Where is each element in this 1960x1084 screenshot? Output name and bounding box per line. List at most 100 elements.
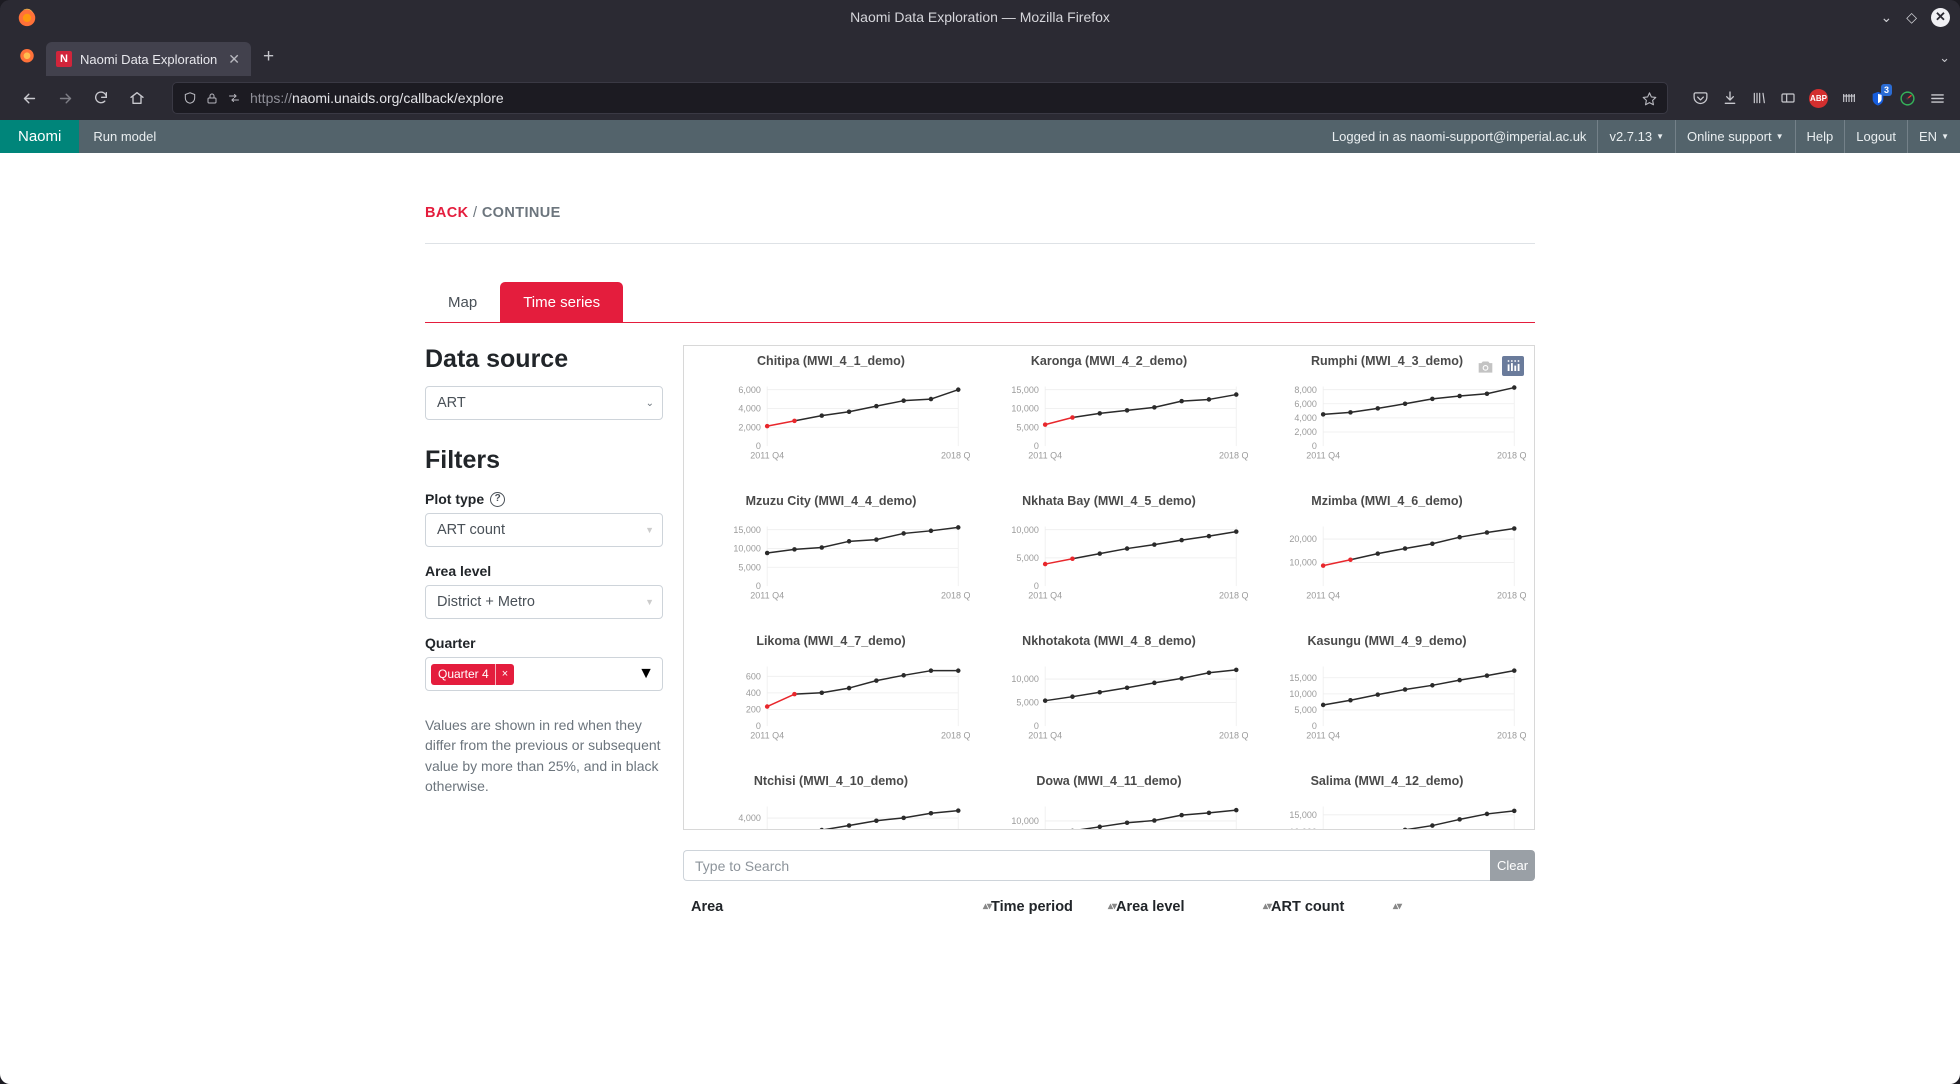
plotly-modebar xyxy=(1474,356,1524,376)
column-header-art-count[interactable]: ART count ▴▾ xyxy=(1271,899,1402,915)
svg-text:10,000: 10,000 xyxy=(1289,689,1317,699)
chevron-down-icon: ▼ xyxy=(638,665,654,682)
column-header-area[interactable]: Area ▴▾ xyxy=(691,899,992,915)
chart-panel-plot[interactable]: 0 2,000 4,000 6,000 2011 Q4 2018 Q4 xyxy=(692,369,970,473)
chart-panel: Likoma (MWI_4_7_demo) 0 200 400 600 2011 Q4 20… xyxy=(692,632,970,772)
breadcrumb-back-link[interactable]: BACK xyxy=(425,205,469,221)
menu-icon[interactable] xyxy=(1929,90,1946,107)
svg-text:10,000: 10,000 xyxy=(1011,816,1039,826)
svg-text:8,000: 8,000 xyxy=(1294,385,1317,395)
downloads-icon[interactable] xyxy=(1722,90,1738,106)
maximize-icon[interactable]: ◇ xyxy=(1906,10,1917,24)
chart-panel-plot[interactable]: 10,000 20,000 2011 Q4 2018 Q4 xyxy=(1248,509,1526,613)
close-tab-icon[interactable]: ✕ xyxy=(225,51,243,68)
chart-panel-title: Kasungu (MWI_4_9_demo) xyxy=(1307,634,1467,648)
column-header-time-period[interactable]: Time period ▴▾ xyxy=(991,899,1117,915)
back-button[interactable] xyxy=(14,83,44,113)
sort-icon[interactable]: ▴▾ xyxy=(1263,902,1272,912)
help-link[interactable]: Help xyxy=(1794,120,1845,153)
title-bar: Naomi Data Exploration — Mozilla Firefox… xyxy=(0,0,1960,34)
library-icon[interactable] xyxy=(1751,90,1767,106)
chart-panel-plot[interactable]: 05,00010,0002011 Q42018 Q4 xyxy=(970,789,1248,829)
reload-button[interactable] xyxy=(86,83,116,113)
chart-panel-plot[interactable]: 0 200 400 600 2011 Q4 2018 Q4 xyxy=(692,649,970,753)
svg-text:4,000: 4,000 xyxy=(738,813,761,823)
area-level-select[interactable]: District + Metro ▼ xyxy=(425,585,663,619)
chart-panel-plot[interactable]: 05,00010,0002011 Q42018 Q4 xyxy=(970,649,1248,753)
chart-panel-plot[interactable]: 05,00010,00015,0002011 Q42018 Q4 xyxy=(1248,649,1526,753)
svg-text:5,000: 5,000 xyxy=(738,562,761,572)
sort-icon[interactable]: ▴▾ xyxy=(1108,902,1117,912)
plotly-logo-icon[interactable] xyxy=(1502,356,1524,376)
chart-panel-plot[interactable]: 05,00010,00015,0002011 Q42018 Q4 xyxy=(1248,789,1526,829)
chart-panel-plot[interactable]: 02,0004,0002011 Q42018 Q4 xyxy=(692,789,970,829)
plot-type-select[interactable]: ART count ▼ xyxy=(425,513,663,547)
lock-icon[interactable] xyxy=(206,92,218,105)
page-container: BACK / CONTINUE Map Time series Data sou… xyxy=(425,153,1535,925)
window-title: Naomi Data Exploration — Mozilla Firefox xyxy=(850,9,1110,25)
chart-panel-title: Mzuzu City (MWI_4_4_demo) xyxy=(745,494,917,508)
tab-favicon-icon: N xyxy=(56,51,72,67)
quarter-multiselect[interactable]: Quarter 4 × ▼ xyxy=(425,657,663,691)
pocket-icon[interactable] xyxy=(1692,90,1709,107)
remove-chip-icon[interactable]: × xyxy=(494,663,514,685)
uotp-icon[interactable] xyxy=(1899,90,1916,107)
chart-panel: Mzimba (MWI_4_6_demo) 10,000 20,000 2011 Q4… xyxy=(1248,492,1526,632)
data-source-select[interactable]: ART ⌄ xyxy=(425,386,663,420)
shield-icon[interactable] xyxy=(183,91,197,105)
chart-panel-plot[interactable]: 05,00010,00015,0002011 Q42018 Q4 xyxy=(970,369,1248,473)
forward-button[interactable] xyxy=(50,83,80,113)
adblockplus-icon[interactable]: ABP xyxy=(1809,88,1828,108)
svg-text:2011 Q4: 2011 Q4 xyxy=(1306,731,1340,741)
sidebar-icon[interactable] xyxy=(1780,90,1796,106)
plot-type-label: Plot type ? xyxy=(425,491,663,507)
svg-text:10,000: 10,000 xyxy=(733,544,761,554)
sort-icon[interactable]: ▴▾ xyxy=(983,902,992,912)
barcode-icon[interactable] xyxy=(1841,90,1857,106)
nav-run-model[interactable]: Run model xyxy=(79,120,170,153)
bitwarden-icon[interactable]: 3 xyxy=(1870,83,1892,107)
breadcrumb-continue-link[interactable]: CONTINUE xyxy=(482,205,561,221)
chart-panel-plot[interactable]: 0 2,000 4,000 6,000 8,000 2011 Q4 2018 Q4 xyxy=(1248,369,1526,473)
minimize-icon[interactable]: ⌄ xyxy=(1880,10,1892,24)
table-search-row: Type to Search Clear xyxy=(683,850,1535,881)
chart-panel-plot[interactable]: 05,00010,0002011 Q42018 Q4 xyxy=(970,509,1248,613)
download-plot-icon[interactable] xyxy=(1474,356,1496,376)
online-support-dropdown[interactable]: Online support ▼ xyxy=(1675,120,1794,153)
sort-icon[interactable]: ▴▾ xyxy=(1393,902,1402,912)
browser-tab[interactable]: N Naomi Data Exploration ✕ xyxy=(46,42,252,76)
chart-panel: Salima (MWI_4_12_demo)05,00010,00015,000… xyxy=(1248,772,1526,829)
tab-time-series[interactable]: Time series xyxy=(500,282,624,323)
close-window-icon[interactable]: ✕ xyxy=(1931,7,1950,27)
version-dropdown[interactable]: v2.7.13 ▼ xyxy=(1597,120,1675,153)
chevron-down-icon: ▼ xyxy=(1775,132,1784,141)
new-tab-button[interactable]: + xyxy=(263,46,274,68)
area-level-value: District + Metro xyxy=(437,594,535,610)
svg-text:2018 Q4: 2018 Q4 xyxy=(1497,731,1526,741)
svg-text:5,000: 5,000 xyxy=(1294,705,1317,715)
permissions-icon[interactable] xyxy=(227,92,241,104)
search-input[interactable]: Type to Search xyxy=(683,850,1490,881)
logout-link[interactable]: Logout xyxy=(1844,120,1907,153)
quarter-chip: Quarter 4 × xyxy=(431,663,515,685)
chart-panel-plot[interactable]: 05,00010,00015,0002011 Q42018 Q4 xyxy=(692,509,970,613)
quarter-label-text: Quarter xyxy=(425,635,476,651)
svg-text:2018 Q4: 2018 Q4 xyxy=(941,591,970,601)
list-all-tabs-icon[interactable]: ⌄ xyxy=(1939,50,1950,66)
firefox-small-logo-icon xyxy=(20,49,34,63)
language-dropdown[interactable]: EN ▼ xyxy=(1907,120,1960,153)
filters-heading: Filters xyxy=(425,446,501,474)
bookmark-star-icon[interactable] xyxy=(1642,91,1657,106)
url-bar[interactable]: https://naomi.unaids.org/callback/explor… xyxy=(172,82,1668,114)
clear-search-button[interactable]: Clear xyxy=(1490,850,1535,881)
chart-panel: Nkhata Bay (MWI_4_5_demo) 0 5,000 10,000 201… xyxy=(970,492,1248,632)
chart-panel: Nkhotakota (MWI_4_8_demo) 0 5,000 10,000 201… xyxy=(970,632,1248,772)
help-icon[interactable]: ? xyxy=(490,491,506,507)
url-text[interactable]: https://naomi.unaids.org/callback/explor… xyxy=(250,90,1633,106)
home-button[interactable] xyxy=(122,83,152,113)
naomi-brand[interactable]: Naomi xyxy=(0,120,80,153)
tab-map[interactable]: Map xyxy=(425,282,500,323)
chevron-down-icon: ▼ xyxy=(1941,132,1949,141)
chart-panel: Chitipa (MWI_4_1_demo) 0 2,000 4,000 6,000 20… xyxy=(692,352,970,492)
column-header-area-level[interactable]: Area level ▴▾ xyxy=(1116,899,1272,915)
